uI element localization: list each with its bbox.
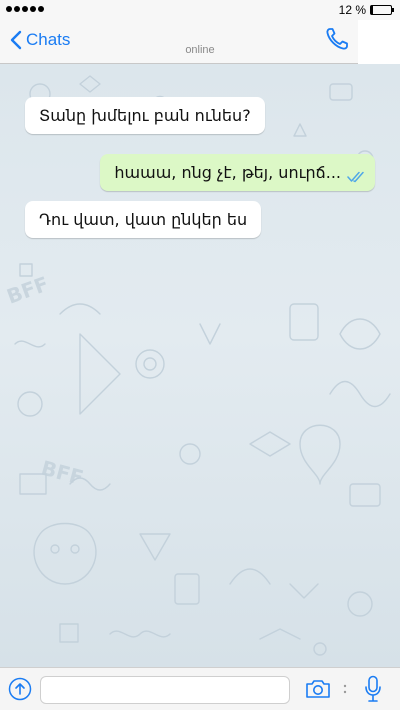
double-check-icon: [347, 171, 364, 183]
input-bar: [0, 667, 400, 710]
contact-avatar[interactable]: [358, 20, 400, 64]
battery-level: [371, 6, 374, 14]
message-text: Տանը խմելու բան ունես?: [39, 106, 251, 125]
signal-strength-icon: [6, 6, 44, 12]
camera-icon[interactable]: [305, 679, 331, 699]
svg-text:BFF: BFF: [4, 272, 52, 309]
battery-percentage: 12 %: [338, 3, 366, 17]
incoming-message[interactable]: Դու վատ, վատ ընկեր ես: [25, 201, 262, 238]
incoming-message[interactable]: Տանը խմելու բան ունես?: [25, 97, 265, 134]
battery-indicator: 12 %: [338, 3, 394, 17]
outgoing-message[interactable]: հաաա, ոնց չէ, թեյ, սուրճ...: [100, 154, 375, 191]
microphone-icon[interactable]: [364, 675, 382, 703]
upload-icon[interactable]: [8, 677, 32, 701]
chat-header: Chats online: [0, 20, 400, 64]
phone-icon[interactable]: [324, 26, 350, 52]
chat-area[interactable]: BFF BFF Տանը խմելու բան ունես? հաաա, ոնց …: [0, 64, 400, 667]
message-input[interactable]: [40, 676, 290, 704]
battery-icon: [370, 5, 394, 15]
status-bar: 12 %: [0, 0, 400, 20]
message-text: հաաա, ոնց չէ, թեյ, սուրճ...: [114, 163, 341, 182]
message-text: Դու վատ, վատ ընկեր ես: [39, 210, 248, 229]
divider-dots-icon: [343, 684, 347, 694]
